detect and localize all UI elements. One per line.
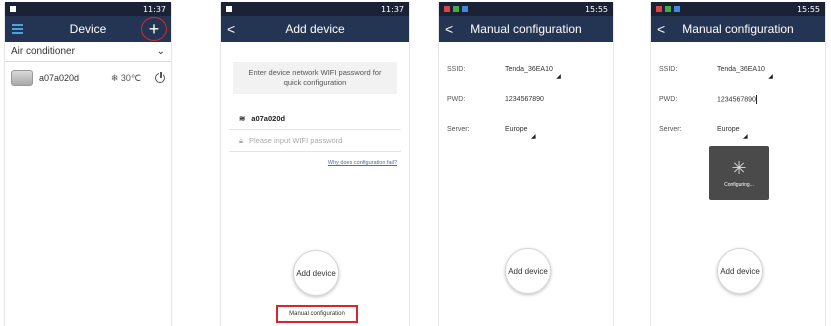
notification-icon <box>674 6 680 12</box>
ssid-label: SSID: <box>447 65 466 73</box>
page-title: Manual configuration <box>682 22 794 36</box>
lock-icon: 🔒︎ <box>239 135 243 145</box>
ssid-value: a07a020d <box>251 114 286 123</box>
add-device-button[interactable]: Add device <box>505 248 551 294</box>
server-value: Europe <box>505 125 528 133</box>
pwd-label: PWD: <box>447 95 466 103</box>
add-device-button[interactable]: Add device <box>717 248 763 294</box>
add-icon: + <box>148 19 160 39</box>
status-time: 11:37 <box>380 4 404 14</box>
notification-icon <box>656 6 662 12</box>
device-list-item[interactable]: a07a020d ❄ 30℃ <box>5 62 171 94</box>
category-label: Air conditioner <box>11 46 75 57</box>
help-link[interactable]: Why does configuration fail? <box>221 160 397 166</box>
manual-configuration-link[interactable]: Manual configuration <box>276 305 358 323</box>
device-list-screen: 11:37 Device + Air conditioner ⌄ a07a020… <box>4 2 172 326</box>
pwd-input[interactable]: 1234567890 <box>505 96 544 103</box>
ssid-label: SSID: <box>659 65 678 73</box>
wifi-icon: ≋ <box>239 114 246 123</box>
instruction-text: Enter device network WIFI password for q… <box>233 62 397 94</box>
app-bar: < Manual configuration <box>439 16 613 42</box>
status-bar: 15:55 <box>651 2 825 16</box>
add-device-button[interactable]: + <box>141 17 167 41</box>
pwd-value: 1234567890 <box>717 95 756 103</box>
app-bar: Device + <box>5 16 171 42</box>
add-device-screen: 11:37 < Add device Enter device network … <box>220 2 410 326</box>
password-placeholder: Please input WIFI password <box>249 136 343 145</box>
status-time: 15:55 <box>584 4 608 14</box>
pwd-row[interactable]: PWD: 1234567890 <box>439 84 613 114</box>
add-device-button[interactable]: Add device <box>293 250 339 296</box>
power-icon[interactable] <box>155 71 165 83</box>
notification-icon <box>665 6 671 12</box>
pwd-label: PWD: <box>659 95 678 103</box>
category-header[interactable]: Air conditioner ⌄ <box>5 42 171 62</box>
status-bar: 15:55 <box>439 2 613 16</box>
configuring-screen: 15:55 < Manual configuration SSID: Tenda… <box>650 2 826 326</box>
spinner-icon: ✳ <box>731 157 747 178</box>
notification-icon <box>10 6 16 12</box>
text-cursor <box>755 94 757 104</box>
loading-text: Configuring... <box>724 181 754 188</box>
notification-icon <box>444 6 450 12</box>
dropdown-icon[interactable]: ◢ <box>531 133 536 140</box>
ssid-value: Tenda_36EA10 <box>505 65 553 73</box>
ssid-field: ≋ a07a020d <box>229 108 401 130</box>
page-title: Add device <box>285 22 345 36</box>
notification-icon <box>462 6 468 12</box>
dropdown-icon[interactable]: ◢ <box>743 133 748 140</box>
pwd-input[interactable]: 1234567890 <box>717 94 757 104</box>
chevron-down-icon[interactable]: ⌄ <box>157 46 165 57</box>
device-name: a07a020d <box>39 73 80 83</box>
dropdown-icon[interactable]: ◢ <box>556 73 561 80</box>
status-bar: 11:37 <box>221 2 409 16</box>
manual-config-screen: 15:55 < Manual configuration SSID: Tenda… <box>438 2 614 326</box>
server-value: Europe <box>717 125 740 133</box>
air-conditioner-icon <box>11 70 33 86</box>
server-row[interactable]: Server: Europe ◢ <box>651 114 825 144</box>
app-bar: < Add device <box>221 16 409 42</box>
page-title: Manual configuration <box>470 22 582 36</box>
app-bar: < Manual configuration <box>651 16 825 42</box>
notification-icon <box>453 6 459 12</box>
status-time: 11:37 <box>142 4 166 14</box>
status-time: 15:55 <box>796 4 820 14</box>
loading-dialog: ✳ Configuring... <box>709 146 769 200</box>
temperature-value: 30℃ <box>120 72 141 83</box>
ssid-row[interactable]: SSID: Tenda_36EA10 ◢ <box>651 54 825 84</box>
notification-icon <box>226 6 232 12</box>
device-temperature: ❄ 30℃ <box>110 72 141 83</box>
server-row[interactable]: Server: Europe ◢ <box>439 114 613 144</box>
status-bar: 11:37 <box>5 2 171 16</box>
ssid-value: Tenda_36EA10 <box>717 65 765 73</box>
ssid-row[interactable]: SSID: Tenda_36EA10 ◢ <box>439 54 613 84</box>
pwd-row[interactable]: PWD: 1234567890 <box>651 84 825 114</box>
server-label: Server: <box>447 125 470 133</box>
server-label: Server: <box>659 125 682 133</box>
dropdown-icon[interactable]: ◢ <box>768 73 773 80</box>
password-input[interactable]: 🔒︎ Please input WIFI password <box>229 130 401 152</box>
